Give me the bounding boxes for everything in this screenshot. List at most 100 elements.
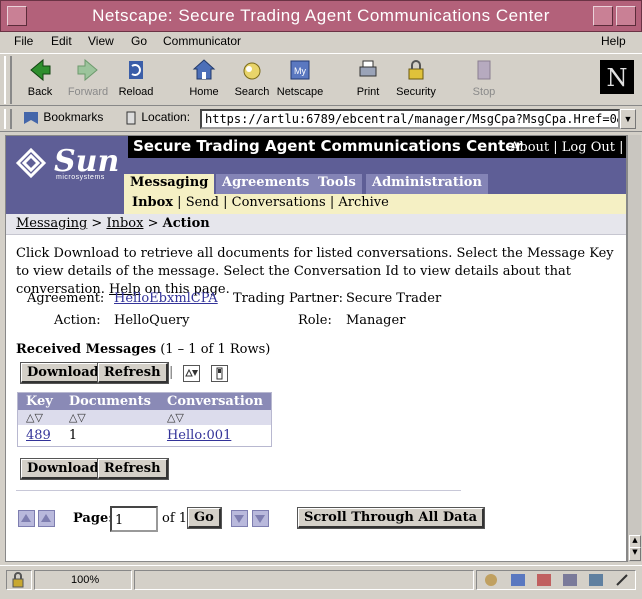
search-icon [243, 62, 261, 80]
menu-go[interactable]: Go [131, 34, 147, 48]
stop-button[interactable]: Stop [458, 56, 510, 104]
sort-toggle-button[interactable] [183, 365, 200, 382]
next-page-button[interactable] [231, 510, 248, 527]
action-value: HelloQuery [114, 313, 190, 328]
last-page-button[interactable] [252, 510, 269, 527]
page-content: Sun microsystems Secure Trading Agent Co… [5, 135, 627, 562]
print-button[interactable]: Print [342, 56, 394, 104]
page-count: of 1 [162, 511, 188, 526]
page-label: Page: [73, 511, 114, 526]
url-dropdown[interactable]: ▼ [620, 109, 636, 129]
security-status[interactable] [6, 570, 32, 590]
back-arrow-icon [30, 58, 51, 82]
stop-icon [477, 60, 491, 80]
window-title: Netscape: Secure Trading Agent Communica… [92, 6, 550, 25]
column-select-button[interactable] [211, 365, 228, 382]
back-button[interactable]: Back [14, 56, 66, 104]
status-bar: 100% [0, 565, 642, 599]
documents-cell: 1 [68, 428, 78, 443]
breadcrumb-messaging[interactable]: Messaging [16, 216, 87, 231]
url-field[interactable]: https://artlu:6789/ebcentral/manager/Msg… [200, 109, 620, 129]
tab-administration[interactable]: Administration [366, 174, 488, 194]
trading-partner-label: Trading Partner: [233, 291, 343, 306]
action-label: Action: [54, 313, 101, 328]
tab-messaging[interactable]: Messaging [124, 174, 215, 196]
netscape-button[interactable]: My Netscape [274, 56, 326, 104]
menu-communicator[interactable]: Communicator [163, 34, 241, 48]
app-title: Secure Trading Agent Communications Cent… [133, 137, 523, 155]
component-bar [476, 570, 636, 590]
home-icon [192, 59, 216, 80]
reload-icon [129, 61, 143, 79]
column-header-documents: Documents [60, 392, 159, 410]
subnav-archive[interactable]: Archive [338, 195, 388, 210]
first-page-button[interactable] [18, 510, 35, 527]
previous-page-icon [41, 514, 51, 522]
bookmarks-button[interactable]: Bookmarks [22, 110, 103, 126]
page-number-input[interactable]: 1 [110, 506, 158, 532]
menu-view[interactable]: View [88, 34, 114, 48]
subnav-send[interactable]: Send [186, 195, 219, 210]
lock-status-icon [12, 572, 24, 588]
vertical-scrollbar[interactable]: ▲ ▼ [627, 135, 641, 562]
page-proxy-icon [126, 111, 136, 125]
tab-agreements[interactable]: Agreements [216, 174, 316, 194]
agreement-label: Agreement: [27, 291, 105, 306]
message-key-link[interactable]: 489 [26, 428, 51, 443]
previous-page-button[interactable] [38, 510, 55, 527]
received-messages-heading: Received Messages (1 – 1 of 1 Rows) [16, 342, 271, 357]
lock-icon [408, 60, 424, 80]
role-value: Manager [346, 313, 406, 328]
sub-navigation: Inbox | Send | Conversations | Archive [124, 194, 626, 214]
refresh-button-bottom[interactable]: Refresh [97, 458, 169, 480]
role-label: Role: [298, 313, 332, 328]
sort-conversation-icon[interactable]: △▽ [158, 410, 272, 425]
trading-partner-value: Secure Trader [346, 291, 442, 306]
table-row: 489 1 Hello:001 [18, 425, 272, 447]
subnav-conversations[interactable]: Conversations [232, 195, 326, 210]
location-grip[interactable] [4, 109, 12, 129]
columns-icon [216, 367, 223, 380]
breadcrumb-inbox[interactable]: Inbox [106, 216, 143, 231]
svg-text:My: My [294, 66, 306, 76]
conversation-link[interactable]: Hello:001 [167, 428, 231, 443]
go-button[interactable]: Go [187, 507, 222, 529]
maximize-button[interactable] [616, 6, 636, 26]
netscape-logo[interactable]: N [600, 60, 634, 94]
title-strip: Secure Trading Agent Communications Cent… [128, 136, 626, 158]
logout-link[interactable]: Log Out [562, 140, 615, 155]
sort-arrows-icon [185, 368, 198, 377]
download-button[interactable]: Download [20, 362, 107, 384]
forward-button[interactable]: Forward [62, 56, 114, 104]
scroll-all-data-button[interactable]: Scroll Through All Data [296, 507, 486, 529]
my-netscape-icon: My [290, 60, 310, 80]
security-button[interactable]: Security [390, 56, 442, 104]
location-toolbar: Bookmarks Location: https://artlu:6789/e… [0, 107, 642, 132]
subnav-inbox[interactable]: Inbox [132, 195, 173, 210]
home-button[interactable]: Home [178, 56, 230, 104]
search-button[interactable]: Search [226, 56, 278, 104]
component-icons [485, 574, 628, 586]
download-button-bottom[interactable]: Download [20, 458, 107, 480]
menu-file[interactable]: File [14, 34, 33, 48]
scroll-down-arrow[interactable]: ▼ [629, 547, 641, 561]
column-header-key: Key [17, 392, 61, 410]
sort-key-icon[interactable]: △▽ [17, 410, 61, 425]
divider [16, 490, 461, 491]
agreement-link[interactable]: HelloEbxmlCPA [114, 291, 218, 306]
menu-help[interactable]: Help [601, 34, 626, 48]
refresh-button[interactable]: Refresh [97, 362, 169, 384]
toolbar-grip[interactable] [4, 56, 12, 104]
window-titlebar[interactable]: Netscape: Secure Trading Agent Communica… [0, 0, 642, 32]
about-link[interactable]: About [510, 140, 549, 155]
minimize-button[interactable] [593, 6, 613, 26]
sun-logo[interactable]: Sun microsystems [14, 144, 124, 184]
chevron-down-icon: ▼ [623, 114, 633, 124]
reload-button[interactable]: Reload [110, 56, 162, 104]
column-header-conversation: Conversation [158, 392, 272, 410]
tab-tools[interactable]: Tools [312, 174, 362, 194]
print-icon [359, 60, 377, 77]
last-page-icon [255, 515, 265, 523]
menu-edit[interactable]: Edit [51, 34, 72, 48]
sort-documents-icon[interactable]: △▽ [60, 410, 159, 425]
